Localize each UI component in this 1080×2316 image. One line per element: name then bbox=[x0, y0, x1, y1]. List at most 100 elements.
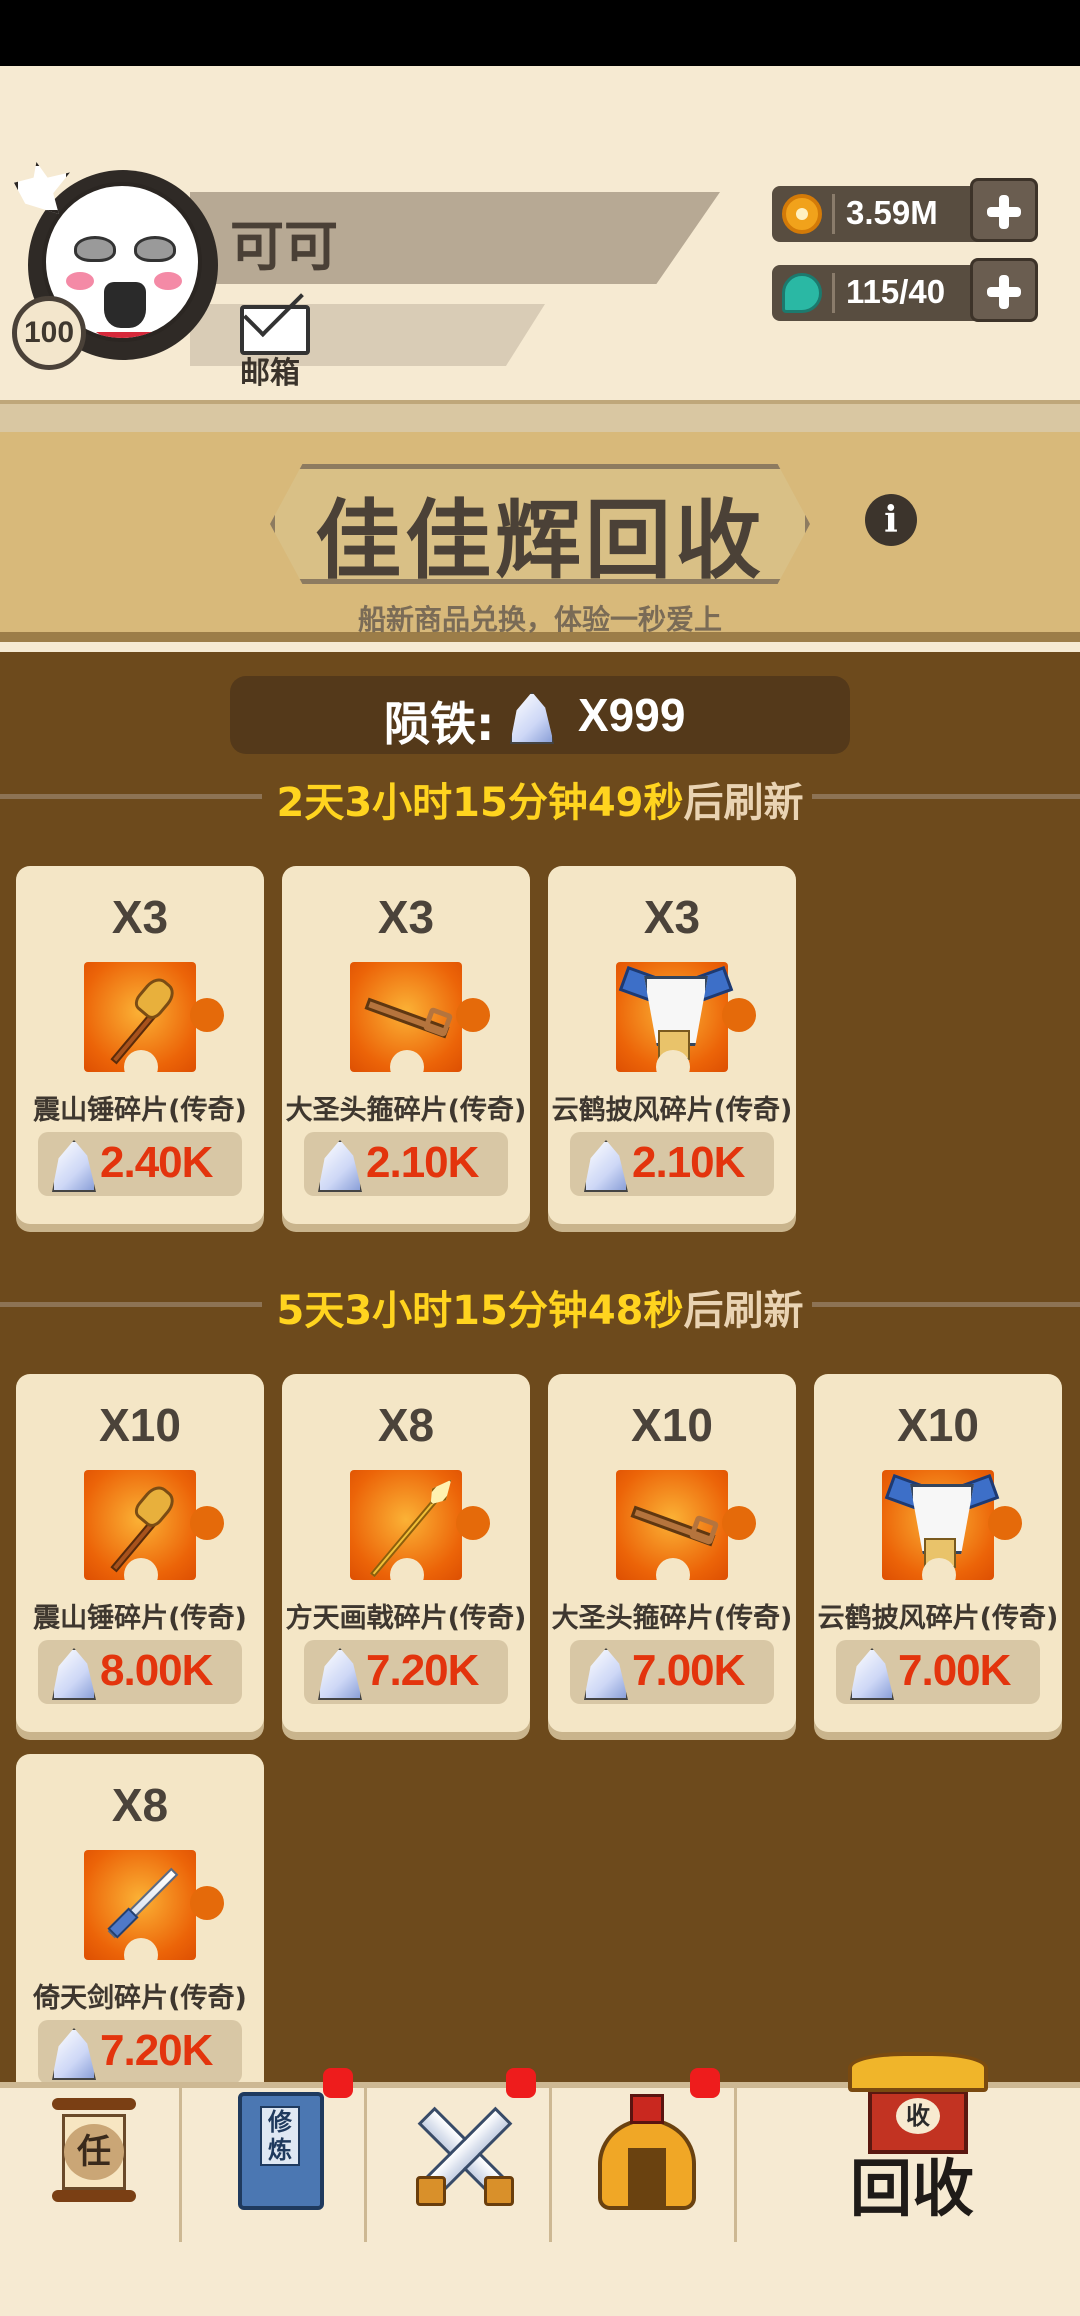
refresh-timer: 5天3小时15分钟48秒后刷新 bbox=[0, 1274, 1080, 1334]
shop-subtitle: 船新商品兑换，体验一秒爱上 bbox=[357, 603, 722, 636]
balance-value: X999 bbox=[578, 689, 686, 741]
temple-sign: 收 bbox=[896, 2098, 940, 2134]
item-quantity: X3 bbox=[643, 891, 701, 943]
cultivation-book-label: 修炼 bbox=[260, 2106, 300, 2166]
buy-price-button[interactable]: 7.00K bbox=[570, 1640, 774, 1704]
item-quantity: X10 bbox=[897, 1399, 979, 1451]
headband-key-icon bbox=[622, 1478, 722, 1574]
meteorite-crystal-icon bbox=[576, 1136, 632, 1192]
item-name: 方天画戟碎片(传奇) bbox=[285, 1603, 527, 1634]
sword-icon bbox=[90, 1858, 190, 1954]
meteorite-crystal-icon bbox=[310, 1136, 366, 1192]
buy-price-button[interactable]: 2.10K bbox=[304, 1132, 508, 1196]
shop-title: 佳佳辉回收 bbox=[315, 491, 765, 591]
task-scroll-icon: 任 bbox=[52, 2098, 136, 2208]
shop-item-card[interactable]: X3 震山锤碎片(传奇) 2.40K bbox=[16, 866, 264, 1224]
item-price: 7.20K bbox=[366, 1646, 479, 1695]
meteorite-crystal-icon bbox=[310, 1644, 366, 1700]
shop-item-card[interactable]: X3 大圣头箍碎片(传奇) 2.10K bbox=[282, 866, 530, 1224]
shop-item-card[interactable]: X10 震山锤碎片(传奇) 8.00K bbox=[16, 1374, 264, 1732]
avatar-eye bbox=[74, 236, 116, 262]
tab-recycle-label[interactable]: 回收 bbox=[850, 2138, 974, 2228]
meteorite-crystal-icon bbox=[44, 2024, 100, 2080]
level-badge: 100 bbox=[12, 296, 86, 370]
meteorite-crystal-icon bbox=[502, 688, 558, 744]
refresh-time: 2天3小时15分钟49秒 bbox=[276, 780, 684, 826]
buy-price-button[interactable]: 7.00K bbox=[836, 1640, 1040, 1704]
crossed-swords-icon bbox=[410, 2098, 520, 2208]
item-price: 8.00K bbox=[100, 1646, 213, 1695]
player-name: 可可 bbox=[230, 215, 338, 278]
buy-price-button[interactable]: 2.40K bbox=[38, 1132, 242, 1196]
meteorite-crystal-icon bbox=[44, 1136, 100, 1192]
divider bbox=[832, 194, 835, 234]
item-price: 7.00K bbox=[898, 1646, 1011, 1695]
shop-item-card[interactable]: X10 大圣头箍碎片(传奇) 7.00K bbox=[548, 1374, 796, 1732]
notification-badge bbox=[690, 2068, 720, 2098]
puzzle-fragment-icon bbox=[350, 962, 490, 1084]
buy-price-button[interactable]: 7.20K bbox=[38, 2020, 242, 2084]
add-coins-button[interactable] bbox=[970, 178, 1038, 242]
buy-price-button[interactable]: 7.20K bbox=[304, 1640, 508, 1704]
divider bbox=[832, 273, 835, 313]
refresh-timer: 2天3小时15分钟49秒后刷新 bbox=[0, 766, 1080, 826]
puzzle-fragment-icon bbox=[84, 1470, 224, 1592]
puzzle-fragment-icon bbox=[350, 1470, 490, 1592]
item-quantity: X10 bbox=[99, 1399, 181, 1451]
buy-price-button[interactable]: 8.00K bbox=[38, 1640, 242, 1704]
avatar-cheek bbox=[66, 272, 94, 290]
item-name: 大圣头箍碎片(传奇) bbox=[551, 1603, 793, 1634]
avatar-collar bbox=[96, 332, 156, 338]
gem-icon bbox=[782, 273, 822, 313]
shop-item-card[interactable]: X10 云鹤披风碎片(传奇) 7.00K bbox=[814, 1374, 1062, 1732]
shop-item-card[interactable]: X3 云鹤披风碎片(传奇) 2.10K bbox=[548, 866, 796, 1224]
item-price: 7.00K bbox=[632, 1646, 745, 1695]
avatar-mouth bbox=[104, 282, 146, 328]
hammer-icon bbox=[90, 970, 190, 1066]
meteorite-balance bbox=[230, 676, 850, 754]
headband-key-icon bbox=[356, 970, 456, 1066]
header-divider bbox=[0, 400, 1080, 436]
notification-badge bbox=[323, 2068, 353, 2098]
item-quantity: X3 bbox=[377, 891, 435, 943]
shop-item-card[interactable]: X8 倚天剑碎片(传奇) 7.20K bbox=[16, 1754, 264, 2112]
info-icon[interactable]: i bbox=[865, 494, 917, 546]
status-bar bbox=[0, 0, 1080, 66]
item-quantity: X10 bbox=[631, 1399, 713, 1451]
buy-price-button[interactable]: 2.10K bbox=[570, 1132, 774, 1196]
item-name: 震山锤碎片(传奇) bbox=[33, 1095, 247, 1126]
add-gems-button[interactable] bbox=[970, 258, 1038, 322]
refresh-suffix: 后刷新 bbox=[683, 780, 804, 826]
puzzle-fragment-icon bbox=[84, 962, 224, 1084]
item-price: 2.10K bbox=[366, 1138, 479, 1187]
coin-icon bbox=[782, 194, 822, 234]
item-name: 大圣头箍碎片(传奇) bbox=[285, 1095, 527, 1126]
avatar-cheek bbox=[154, 272, 182, 290]
puzzle-fragment-icon bbox=[616, 1470, 756, 1592]
balance-label: 陨铁: bbox=[384, 697, 495, 751]
refresh-text: 2天3小时15分钟49秒后刷新 bbox=[0, 770, 1080, 828]
item-quantity: X3 bbox=[111, 891, 169, 943]
halberd-icon bbox=[356, 1478, 456, 1578]
task-scroll-char: 任 bbox=[64, 2124, 124, 2180]
mail-label[interactable]: 邮箱 bbox=[240, 348, 300, 392]
cape-robe-icon bbox=[618, 965, 734, 1066]
item-price: 7.20K bbox=[100, 2026, 213, 2075]
shop-item-card[interactable]: X8 方天画戟碎片(传奇) 7.20K bbox=[282, 1374, 530, 1732]
coin-amount: 3.59M bbox=[846, 194, 938, 231]
meteorite-crystal-icon bbox=[576, 1644, 632, 1700]
avatar-eye bbox=[134, 236, 176, 262]
refresh-text: 5天3小时15分钟48秒后刷新 bbox=[0, 1278, 1080, 1336]
refresh-suffix: 后刷新 bbox=[683, 1288, 804, 1334]
item-price: 2.40K bbox=[100, 1138, 213, 1187]
item-name: 云鹤披风碎片(传奇) bbox=[551, 1095, 793, 1126]
puzzle-fragment-icon bbox=[84, 1850, 224, 1972]
helmet-icon bbox=[598, 2094, 696, 2210]
cape-robe-icon bbox=[884, 1473, 1000, 1574]
meteorite-crystal-icon bbox=[842, 1644, 898, 1700]
puzzle-fragment-icon bbox=[882, 1470, 1022, 1592]
meteorite-crystal-icon bbox=[44, 1644, 100, 1700]
notification-badge bbox=[506, 2068, 536, 2098]
cultivation-book-icon: 修炼 bbox=[238, 2092, 324, 2210]
hammer-icon bbox=[90, 1478, 190, 1574]
